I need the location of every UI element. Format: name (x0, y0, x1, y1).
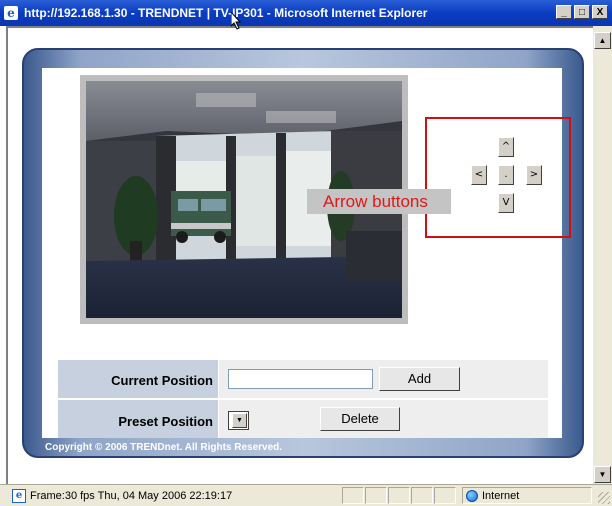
page-icon: e (12, 488, 26, 503)
preset-position-label: Preset Position (58, 400, 218, 438)
status-text: Frame:30 fps Thu, 04 May 2006 22:19:17 (30, 489, 233, 502)
status-pane (342, 487, 364, 504)
pan-down-button[interactable]: V (498, 193, 514, 213)
pan-right-button[interactable]: > (526, 165, 542, 185)
status-pane (365, 487, 387, 504)
maximize-button[interactable]: □ (574, 5, 590, 19)
preset-position-select[interactable]: ▼ (228, 411, 249, 430)
vertical-scrollbar[interactable]: ▲ ▼ (593, 26, 612, 484)
minimize-button[interactable]: _ (556, 5, 572, 19)
globe-icon (466, 489, 478, 502)
add-button[interactable]: Add (379, 367, 460, 391)
window-title: http://192.168.1.30 - TRENDNET | TV-IP30… (24, 6, 428, 20)
status-panes (342, 487, 457, 504)
preset-position-row: ▼ Delete (219, 400, 548, 438)
zone-label: Internet (482, 489, 520, 502)
status-pane (411, 487, 433, 504)
pan-home-button[interactable]: . (498, 165, 514, 185)
window-controls: _ □ X (556, 5, 608, 19)
status-pane (434, 487, 456, 504)
pan-up-button[interactable]: ^ (498, 137, 514, 157)
current-position-label: Current Position (58, 360, 218, 398)
current-position-row: Add (219, 360, 548, 398)
chevron-down-icon[interactable]: ▼ (232, 413, 247, 428)
mouse-cursor-icon (231, 12, 241, 30)
position-controls: Current Position Add Preset Position ▼ D… (58, 360, 548, 438)
ptz-controls-highlight: ^ < . > V (425, 117, 571, 238)
window-titlebar[interactable]: e http://192.168.1.30 - TRENDNET | TV-IP… (0, 0, 612, 26)
delete-button[interactable]: Delete (320, 407, 400, 431)
status-pane (388, 487, 410, 504)
security-zone[interactable]: Internet (462, 487, 592, 504)
arrow-buttons-callout: Arrow buttons (307, 189, 451, 214)
scroll-up-button[interactable]: ▲ (594, 32, 611, 49)
status-bar: e Frame:30 fps Thu, 04 May 2006 22:19:17… (0, 484, 612, 506)
scroll-down-button[interactable]: ▼ (594, 466, 611, 483)
close-button[interactable]: X (592, 5, 608, 19)
resize-grip-icon[interactable] (598, 492, 610, 504)
current-position-input[interactable] (228, 369, 373, 389)
pan-left-button[interactable]: < (471, 165, 487, 185)
ie-icon[interactable]: e (4, 6, 18, 20)
copyright-text: Copyright © 2006 TRENDnet. All Rights Re… (45, 442, 283, 453)
